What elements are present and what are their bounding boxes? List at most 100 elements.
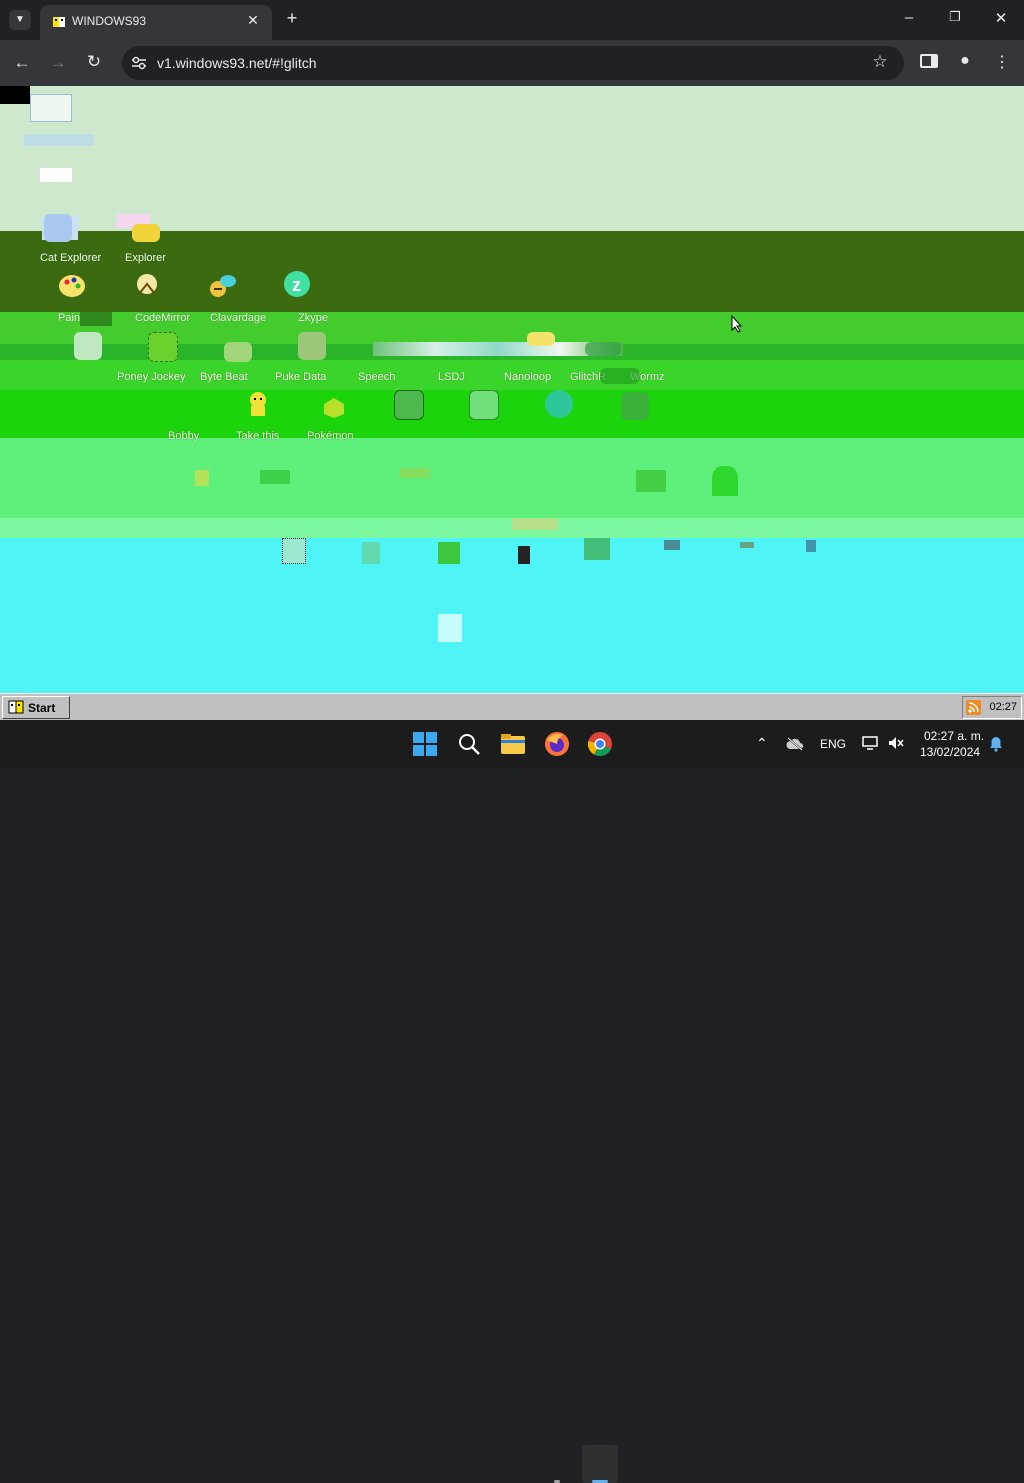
rss-icon[interactable] [966,700,981,715]
chrome-icon[interactable] [586,730,614,758]
svg-text:z: z [292,275,301,295]
desktop-icon-label[interactable]: Zkype [298,312,328,324]
glitch-fragment [40,168,72,182]
taskbar-date[interactable]: 13/02/2024 [920,745,980,759]
browser-tab-bar: ▼ WINDOWS93 ✕ + – ❐ ✕ [0,0,1024,40]
w93-logo-icon [8,700,24,714]
glitch-fragment [195,470,209,486]
start-button[interactable]: Start [2,696,70,719]
glitch-band-cyan [0,538,1024,693]
paint-palette-icon[interactable] [58,272,86,300]
desktop-icon-label[interactable]: Cat Explorer [40,252,101,264]
glitch-fragment [518,546,530,564]
glitch-band-light [0,86,1024,231]
glitch-fragment [636,470,666,492]
glitch-fragment [400,468,430,478]
mouse-cursor-icon [731,315,743,333]
bookmark-star-icon[interactable]: ☆ [870,52,890,72]
speech-icon[interactable] [298,332,326,360]
glitch-fragment [584,538,610,560]
windows93-desktop[interactable]: Cat Explorer Explorer Paint CodeMirror C… [0,86,1024,693]
language-indicator[interactable]: ENG [820,737,846,751]
chat-icon[interactable] [208,272,236,300]
glitch-fragment [30,94,72,122]
favicon-icon [53,17,65,27]
nanoloop-icon[interactable] [527,332,555,346]
glitch-fragment [260,470,290,484]
search-icon[interactable] [455,730,483,758]
desktop-icon-label[interactable]: LSDJ [438,371,465,383]
reload-icon[interactable]: ↻ [84,52,104,72]
back-icon[interactable]: ← [12,53,32,73]
cat-explorer-icon[interactable] [44,214,72,242]
desktop-icon-label[interactable]: Bobby [168,430,199,442]
site-info-icon[interactable] [131,56,147,70]
explorer-folder-icon[interactable] [132,224,160,242]
bobby-icon[interactable] [244,390,272,418]
close-tab-icon[interactable]: ✕ [244,12,262,29]
notification-bell-icon[interactable] [989,736,1003,752]
poney-icon[interactable] [74,332,102,360]
volume-muted-icon[interactable] [888,736,904,750]
firefox-icon[interactable] [543,730,571,758]
close-window-icon[interactable]: ✕ [990,9,1012,27]
glitch-fragment [24,134,94,146]
menu-icon[interactable]: ⋮ [992,52,1012,72]
new-tab-icon[interactable]: + [282,8,302,29]
glitch-fragment [282,538,306,564]
tab-title: WINDOWS93 [72,14,147,28]
glitch-fragment [740,542,754,548]
w93-tray: 02:27 [962,696,1022,719]
profile-icon[interactable]: ● [955,52,975,70]
wormz-icon [600,368,640,384]
desktop-icon-label[interactable]: Explorer [125,252,166,264]
url-text: v1.windows93.net/#!glitch [157,55,317,71]
file-explorer-icon[interactable] [499,730,527,758]
side-panel-icon[interactable] [920,54,938,68]
taskbar-time[interactable]: 02:27 a. m. [924,729,984,743]
glitch-icon [585,342,621,356]
take-this-icon[interactable] [322,396,346,420]
windows-taskbar: ⌃ ENG 02:27 a. m. 13/02/2024 [0,720,1024,1483]
glitch-fragment [712,466,738,496]
glitch-fragment [438,542,460,564]
glitch-fragment [438,614,462,642]
browser-toolbar: ← → ↻ v1.windows93.net/#!glitch ☆ ● ⋮ [0,40,1024,86]
minimize-icon[interactable]: – [898,9,920,26]
calculator-icon[interactable] [394,390,424,420]
codemirror-icon[interactable] [133,272,161,300]
start-label: Start [28,701,56,715]
glitch-band-bright2 [0,390,1024,438]
glitch-fragment [0,86,30,104]
w93-taskbar: Start 02:27 [0,693,1024,721]
bytebeat-icon[interactable] [148,332,178,362]
address-bar[interactable]: v1.windows93.net/#!glitch ☆ [122,46,904,80]
desktop-icon-label[interactable]: Take this [236,430,279,442]
desktop-icon-label[interactable]: CodeMirror [135,312,190,324]
show-hidden-icons-icon[interactable]: ⌃ [756,735,768,752]
tab-list-icon[interactable]: ▼ [9,10,31,30]
forward-icon[interactable]: → [48,53,68,73]
windows-start-icon[interactable] [411,730,439,758]
browser-tab[interactable]: WINDOWS93 ✕ [40,5,272,40]
glitch-fragment [362,542,380,564]
glitch-band-mint [0,438,1024,518]
glitch-fragment [806,540,816,552]
restore-icon[interactable]: ❐ [944,9,966,25]
glitch-fragment [512,518,558,530]
globe-icon[interactable] [545,390,573,418]
zkype-icon[interactable]: z [283,270,311,298]
network-icon[interactable] [862,736,878,750]
glitch-fragment [80,312,112,326]
desktop-icon-label[interactable]: Byte Beat [200,371,248,383]
onedrive-offline-icon[interactable] [786,737,804,751]
desktop-icon-label[interactable]: Nanoloop [504,371,551,383]
cat-icon[interactable] [621,392,649,420]
puke-data-icon[interactable] [224,342,252,362]
desktop-icon-label[interactable]: Puke Data [275,371,326,383]
desktop-icon-label[interactable]: Poney Jockey [117,371,185,383]
desktop-icon-label[interactable]: Pokémon [307,430,353,442]
desktop-icon-label[interactable]: Clavardage [210,312,266,324]
window-icon[interactable] [469,390,499,420]
desktop-icon-label[interactable]: Speech [358,371,395,383]
